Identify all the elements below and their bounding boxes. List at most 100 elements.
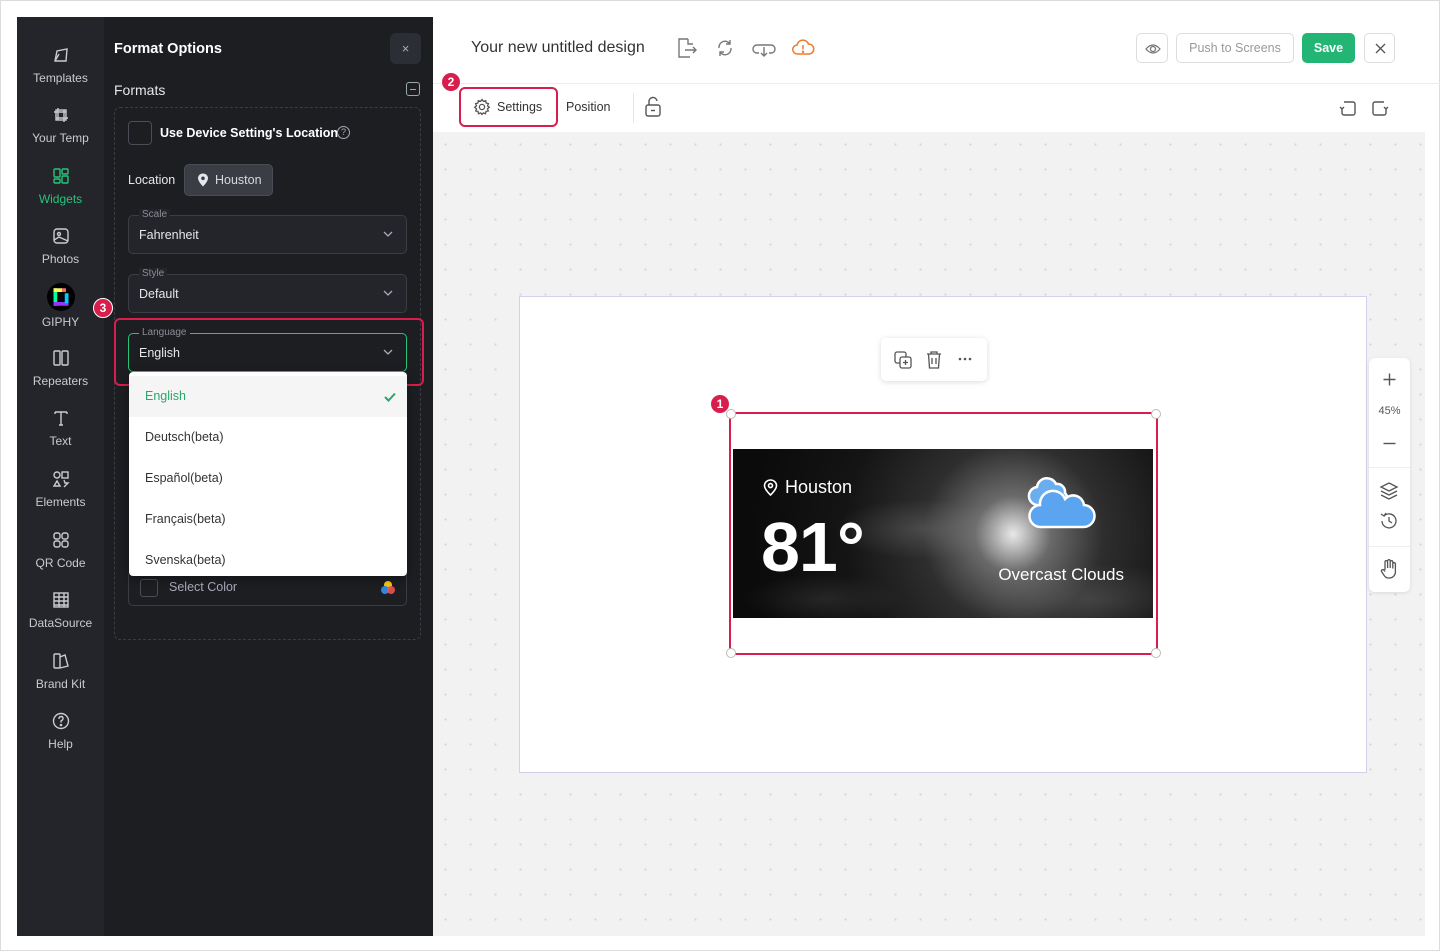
toolbar-divider xyxy=(633,93,634,123)
map-pin-icon xyxy=(763,479,778,496)
rail-item-templates[interactable]: Templates xyxy=(17,39,104,95)
repeaters-icon xyxy=(52,350,69,366)
brand-kit-icon xyxy=(52,653,69,669)
rail-label: Photos xyxy=(41,252,80,266)
style-select[interactable]: Style Default xyxy=(128,268,407,313)
collapse-formats-icon[interactable] xyxy=(406,82,420,96)
photos-icon xyxy=(52,228,69,244)
text-icon xyxy=(53,411,68,426)
chevron-down-icon xyxy=(383,231,393,237)
chevron-down-icon xyxy=(383,290,393,296)
layers-icon[interactable] xyxy=(1379,481,1399,501)
style-value: Default xyxy=(139,287,179,301)
zoom-divider xyxy=(1369,546,1410,547)
header-divider xyxy=(433,83,1440,84)
rail-label: Help xyxy=(48,737,73,751)
rail-item-widgets[interactable]: Widgets xyxy=(17,160,104,216)
undo-icon[interactable] xyxy=(1339,99,1357,117)
unlock-icon[interactable] xyxy=(643,96,663,118)
rail-item-your-temp[interactable]: Your Temp xyxy=(17,99,104,155)
use-device-location-label: Use Device Setting's Location xyxy=(160,126,339,140)
elements-icon xyxy=(52,471,70,488)
weather-temperature: 81° xyxy=(761,508,865,586)
rail-item-datasource[interactable]: DataSource xyxy=(17,584,104,640)
cloud-download-icon[interactable] xyxy=(752,36,776,60)
rail-item-photos[interactable]: Photos xyxy=(17,220,104,276)
app-window: Templates Your Temp Widgets Photos GIPHY… xyxy=(0,0,1440,951)
language-option-espanol[interactable]: Español(beta) xyxy=(129,458,407,499)
widgets-icon xyxy=(52,168,69,184)
panel-close-button[interactable]: × xyxy=(390,33,421,64)
language-option-francais[interactable]: Français(beta) xyxy=(129,499,407,540)
resize-handle[interactable] xyxy=(726,648,736,658)
location-chip[interactable]: Houston xyxy=(184,164,273,196)
rail-label: Your Temp xyxy=(32,131,89,145)
redo-icon[interactable] xyxy=(1371,99,1389,117)
help-icon xyxy=(52,712,69,730)
duplicate-icon[interactable] xyxy=(893,350,913,370)
more-icon[interactable] xyxy=(957,357,973,361)
element-floating-toolbar xyxy=(881,338,987,381)
rail-item-elements[interactable]: Elements xyxy=(17,463,104,519)
rail-item-help[interactable]: Help xyxy=(17,705,104,761)
location-chip-value: Houston xyxy=(215,173,262,187)
close-editor-button[interactable] xyxy=(1364,33,1395,63)
zoom-in-icon[interactable] xyxy=(1382,372,1397,387)
giphy-icon xyxy=(46,283,75,311)
zoom-level: 45% xyxy=(1378,405,1401,417)
rail-item-text[interactable]: Text xyxy=(17,402,104,458)
history-icon[interactable] xyxy=(1379,511,1399,531)
language-option-deutsch[interactable]: Deutsch(beta) xyxy=(129,417,407,458)
style-label: Style xyxy=(139,268,168,279)
rail-item-giphy[interactable]: GIPHY xyxy=(17,281,104,337)
rail-label: DataSource xyxy=(28,616,93,630)
scale-select[interactable]: Scale Fahrenheit xyxy=(128,209,407,254)
rail-item-repeaters[interactable]: Repeaters xyxy=(17,342,104,398)
language-option-svenska[interactable]: Svenska(beta) xyxy=(129,540,407,581)
scale-value: Fahrenheit xyxy=(139,228,199,242)
rail-label: Text xyxy=(49,434,72,448)
preview-button[interactable] xyxy=(1136,33,1168,63)
save-button[interactable]: Save xyxy=(1302,33,1355,63)
rail-label: Widgets xyxy=(38,192,83,206)
settings-tab-label: Settings xyxy=(497,100,543,114)
location-label: Location xyxy=(128,173,176,187)
hand-pan-icon[interactable] xyxy=(1379,558,1399,580)
design-title[interactable]: Your new untitled design xyxy=(471,39,645,57)
language-option-english[interactable]: English xyxy=(129,376,407,417)
position-tab[interactable]: Position xyxy=(566,100,610,114)
annotation-badge-3: 3 xyxy=(93,298,113,318)
panel-title: Format Options xyxy=(114,41,222,57)
resize-handle[interactable] xyxy=(726,409,736,419)
sync-icon[interactable] xyxy=(713,36,737,60)
eye-icon xyxy=(1145,44,1161,54)
zoom-divider xyxy=(1369,467,1410,468)
settings-tab[interactable]: Settings xyxy=(459,87,558,127)
resize-handle[interactable] xyxy=(1151,409,1161,419)
rail-label: Templates xyxy=(33,71,88,85)
formats-label: Formats xyxy=(114,82,166,98)
weather-widget[interactable]: Houston 81° Overcast Clouds xyxy=(733,449,1153,618)
rail-label: Elements xyxy=(35,495,86,509)
info-icon[interactable]: ? xyxy=(337,126,350,139)
cloud-warning-icon[interactable] xyxy=(791,36,815,60)
close-icon xyxy=(1375,43,1386,54)
language-dropdown: English Deutsch(beta) Español(beta) Fran… xyxy=(129,372,407,576)
zoom-toolbar xyxy=(1369,358,1410,592)
export-icon[interactable] xyxy=(674,36,698,60)
weather-condition: Overcast Clouds xyxy=(998,565,1124,584)
rail-label: GIPHY xyxy=(41,315,80,329)
rail-item-qr-code[interactable]: QR Code xyxy=(17,524,104,580)
datasource-icon xyxy=(52,592,69,608)
trash-icon[interactable] xyxy=(925,350,943,370)
resize-handle[interactable] xyxy=(1151,648,1161,658)
use-device-location-checkbox[interactable] xyxy=(128,121,152,145)
your-templates-icon xyxy=(53,108,68,122)
rail-item-brand-kit[interactable]: Brand Kit xyxy=(17,645,104,701)
zoom-out-icon[interactable] xyxy=(1382,436,1397,451)
weather-location-text: Houston xyxy=(785,477,853,497)
rail-label: Repeaters xyxy=(32,374,89,388)
push-to-screens-button[interactable]: Push to Screens xyxy=(1176,33,1294,63)
left-rail: Templates Your Temp Widgets Photos GIPHY… xyxy=(17,17,104,936)
check-icon xyxy=(384,392,396,402)
